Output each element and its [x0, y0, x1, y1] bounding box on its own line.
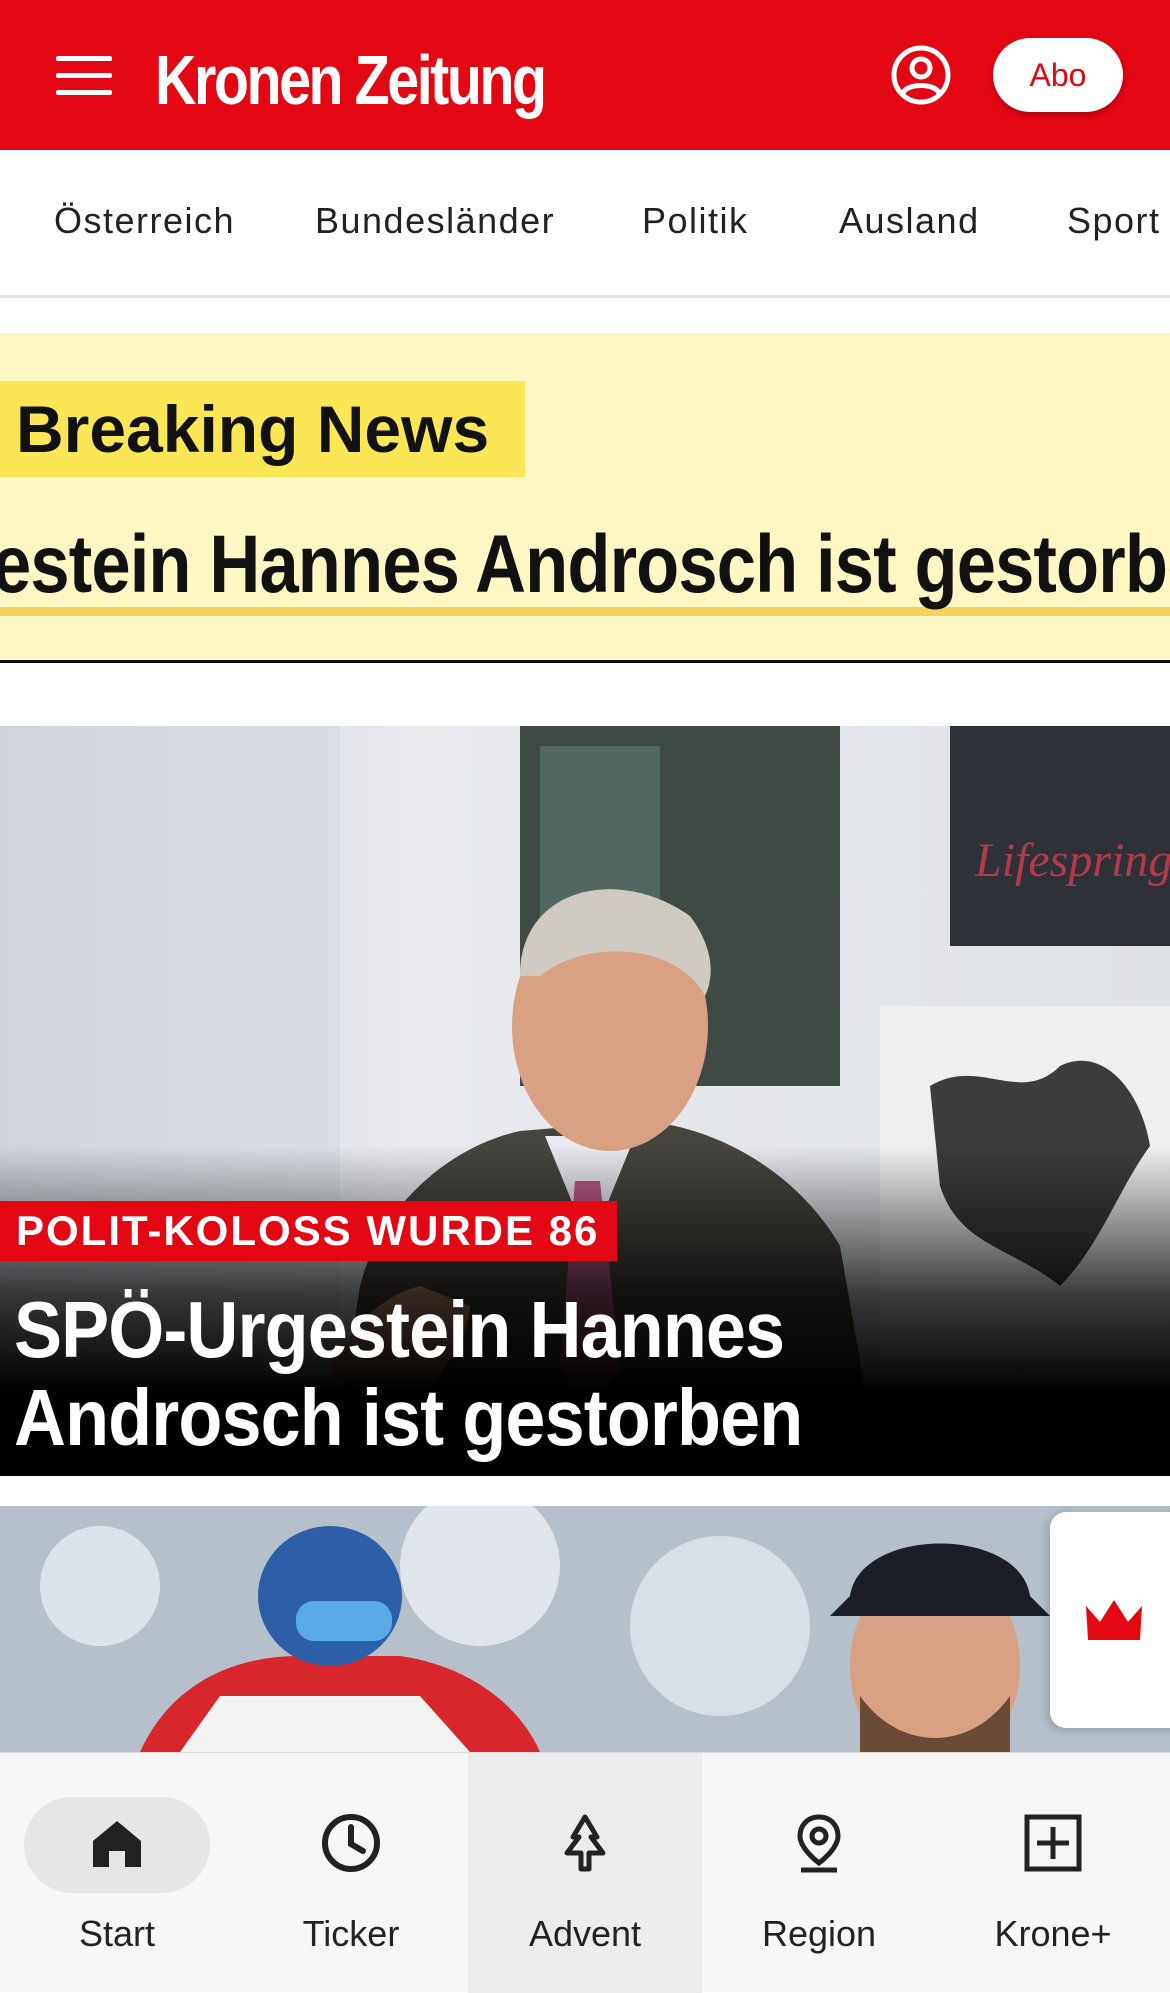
abo-button[interactable]: Abo	[993, 38, 1123, 112]
breaking-news-label: Breaking News	[0, 381, 525, 477]
home-icon	[93, 1821, 141, 1867]
second-article-teaser[interactable]	[0, 1506, 1170, 1752]
tree-icon	[564, 1814, 606, 1872]
tab-label-ticker: Ticker	[302, 1913, 400, 1954]
krone-plus-badge[interactable]	[1050, 1512, 1170, 1728]
tab-ticker[interactable]: Ticker	[234, 1753, 468, 1993]
tab-label-krone-plus: Krone+	[994, 1913, 1112, 1954]
plus-box-icon	[1024, 1814, 1082, 1872]
clock-icon	[322, 1814, 380, 1872]
nav-item-sport[interactable]: Sport	[1067, 200, 1161, 242]
tab-advent[interactable]: Advent	[468, 1753, 702, 1993]
svg-text:Lifespring: Lifespring	[974, 834, 1170, 887]
hero-kicker: POLIT-KOLOSS WURDE 86	[0, 1201, 618, 1261]
logo[interactable]: Kronen Zeitung	[155, 38, 547, 122]
crown-icon	[1086, 1600, 1142, 1640]
breaking-news-ticker[interactable]: estein Hannes Androsch ist gestorben	[0, 515, 1170, 615]
user-account-icon[interactable]	[890, 44, 952, 106]
tab-region[interactable]: Region	[702, 1753, 936, 1993]
app-header: Kronen Zeitung Abo	[0, 0, 1170, 150]
nav-item-bundeslaender[interactable]: Bundesländer	[315, 200, 555, 242]
tab-label-start: Start	[78, 1913, 156, 1954]
location-pin-icon	[797, 1814, 841, 1873]
breaking-news-banner[interactable]: Breaking News estein Hannes Androsch ist…	[0, 333, 1170, 663]
hero-headline[interactable]: SPÖ-Urgestein Hannes Androsch ist gestor…	[14, 1286, 1004, 1462]
second-article-photo	[0, 1506, 1170, 1752]
tab-krone-plus[interactable]: Krone+	[936, 1753, 1170, 1993]
category-nav: Österreich Bundesländer Politik Ausland …	[0, 150, 1170, 298]
nav-item-ausland[interactable]: Ausland	[839, 200, 980, 242]
hero-article[interactable]: Lifespring POLIT-KOLOSS WURDE 86 SPÖ-Urg…	[0, 726, 1170, 1476]
nav-item-oesterreich[interactable]: Österreich	[54, 200, 235, 242]
menu-icon[interactable]	[56, 56, 112, 96]
tab-label-advent: Advent	[528, 1913, 642, 1954]
tab-label-region: Region	[761, 1913, 877, 1954]
tab-start[interactable]: Start	[0, 1753, 234, 1993]
nav-item-politik[interactable]: Politik	[642, 200, 749, 242]
bottom-navigation: Start Ticker Advent Region Krone+	[0, 1752, 1170, 1993]
